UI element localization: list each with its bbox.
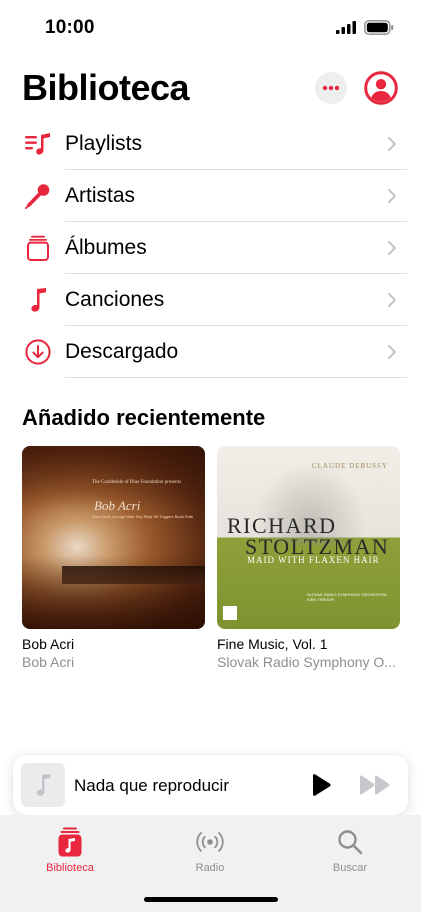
album-cover: CLAUDE DEBUSSY RICHARD STOLTZMAN MAID WI… [217, 446, 400, 629]
status-time: 10:00 [45, 17, 95, 38]
cover-conductor: KIRK TREVOR [307, 597, 335, 602]
status-bar: 10:00 [0, 0, 421, 54]
mini-player[interactable]: Nada que reproducir [13, 755, 408, 815]
library-item-songs[interactable]: Canciones [0, 274, 421, 326]
ellipsis-icon [322, 85, 340, 91]
play-icon[interactable] [307, 772, 333, 798]
divider [65, 377, 407, 378]
download-icon [24, 339, 52, 365]
tab-label: Biblioteca [46, 862, 94, 874]
radio-icon [196, 832, 224, 852]
home-indicator [144, 897, 278, 902]
library-item-downloaded[interactable]: Descargado [0, 326, 421, 378]
album-artist: Bob Acri [22, 654, 75, 670]
album-card[interactable]: CLAUDE DEBUSSY RICHARD STOLTZMAN MAID WI… [217, 446, 400, 671]
page-title: Biblioteca [22, 67, 190, 108]
mini-player-artwork [21, 763, 65, 807]
chevron-right-icon [388, 241, 396, 255]
label-logo [223, 606, 237, 620]
battery-icon [364, 20, 394, 35]
phone-screen: 10:00 Biblioteca Playlists Artistas Álbu… [0, 0, 421, 912]
library-list: Playlists Artistas Álbumes Canciones Des… [0, 118, 421, 378]
tab-library[interactable]: Biblioteca [20, 827, 120, 875]
cover-artist-name: Bob Acri [94, 498, 141, 513]
account-icon[interactable] [364, 71, 398, 105]
library-item-label: Artistas [65, 184, 136, 207]
cover-subtitle: MAID WITH FLAXEN HAIR [247, 555, 380, 565]
music-note-icon [24, 287, 52, 313]
cover-caption: The Candleside of Blue Foundation presen… [92, 480, 182, 485]
album-cover: The Candleside of Blue Foundation presen… [22, 446, 205, 629]
cover-orchestra: SLOVAK RADIO SYMPHONY ORCHESTRA KIRK TREV… [307, 592, 387, 602]
library-icon [58, 827, 82, 857]
library-item-playlists[interactable]: Playlists [0, 118, 421, 170]
fast-forward-icon[interactable] [359, 774, 391, 796]
music-note-placeholder-icon [36, 774, 51, 796]
album-title: Bob Acri [22, 636, 75, 652]
playlists-icon [24, 131, 52, 157]
album-artist: Slovak Radio Symphony O... [217, 654, 396, 670]
microphone-icon [24, 183, 52, 209]
chevron-right-icon [388, 137, 396, 151]
album-title: Fine Music, Vol. 1 [217, 636, 328, 652]
tab-label: Buscar [332, 862, 368, 874]
mini-player-title: Nada que reproducir [74, 776, 229, 795]
cover-tracklist: Dora Dells Lounge Miss Say Sibyl Sit Tri… [92, 514, 194, 519]
cellular-signal-icon [336, 21, 356, 34]
library-item-label: Canciones [65, 288, 165, 311]
search-icon [338, 830, 363, 855]
tab-search[interactable]: Buscar [300, 827, 400, 875]
library-item-label: Álbumes [65, 236, 147, 259]
cover-composer: CLAUDE DEBUSSY [311, 462, 388, 470]
tab-label: Radio [195, 862, 225, 874]
library-item-label: Playlists [65, 132, 143, 155]
chevron-right-icon [388, 189, 396, 203]
more-options-button[interactable] [315, 72, 347, 104]
library-item-label: Descargado [65, 340, 179, 363]
tab-radio[interactable]: Radio [160, 827, 260, 875]
album-card[interactable]: The Candleside of Blue Foundation presen… [22, 446, 205, 671]
section-title-recently-added: Añadido recientemente [22, 405, 266, 430]
library-item-albums[interactable]: Álbumes [0, 222, 421, 274]
chevron-right-icon [388, 345, 396, 359]
chevron-right-icon [388, 293, 396, 307]
albums-icon [24, 235, 52, 261]
cover-art-shading [22, 446, 205, 629]
library-item-artists[interactable]: Artistas [0, 170, 421, 222]
